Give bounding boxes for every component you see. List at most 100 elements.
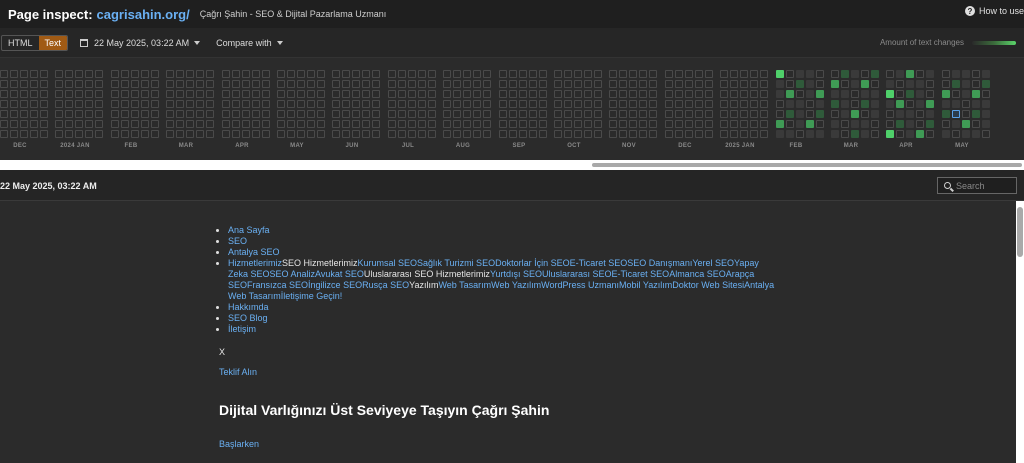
menu-link-contact[interactable]: İletişim bbox=[228, 324, 256, 334]
timeline-day-cell[interactable] bbox=[75, 80, 83, 88]
timeline-day-cell[interactable] bbox=[418, 130, 426, 138]
timeline-day-cell[interactable] bbox=[30, 100, 38, 108]
timeline-day-cell[interactable] bbox=[408, 120, 416, 128]
timeline-day-cell[interactable] bbox=[242, 120, 250, 128]
timeline-day-cell[interactable] bbox=[141, 130, 149, 138]
timeline-day-cell[interactable] bbox=[539, 80, 547, 88]
timeline-day-cell[interactable] bbox=[695, 90, 703, 98]
timeline-day-cell[interactable] bbox=[554, 110, 562, 118]
timeline-day-cell[interactable] bbox=[332, 80, 340, 88]
timeline-day-cell[interactable] bbox=[242, 90, 250, 98]
menu-link-about[interactable]: Hakkımda bbox=[228, 302, 269, 312]
timeline-day-cell[interactable] bbox=[483, 90, 491, 98]
timeline-day-cell[interactable] bbox=[121, 70, 129, 78]
timeline-day-cell[interactable] bbox=[649, 120, 657, 128]
timeline-day-cell[interactable] bbox=[906, 70, 914, 78]
timeline-day-cell[interactable] bbox=[30, 120, 38, 128]
timeline-day-cell[interactable] bbox=[629, 120, 637, 128]
timeline-day-cell[interactable] bbox=[141, 120, 149, 128]
timeline-day-cell[interactable] bbox=[141, 80, 149, 88]
timeline-day-cell[interactable] bbox=[841, 90, 849, 98]
timeline-day-cell[interactable] bbox=[665, 130, 673, 138]
timeline-day-cell[interactable] bbox=[95, 120, 103, 128]
timeline-day-cell[interactable] bbox=[55, 130, 63, 138]
timeline-day-cell[interactable] bbox=[388, 130, 396, 138]
timeline-day-cell[interactable] bbox=[418, 120, 426, 128]
timeline-day-cell[interactable] bbox=[705, 70, 713, 78]
timeline-day-cell[interactable] bbox=[277, 110, 285, 118]
timeline-day-cell[interactable] bbox=[428, 70, 436, 78]
timeline-month[interactable]: MAR bbox=[831, 70, 879, 149]
timeline-day-cell[interactable] bbox=[962, 110, 970, 118]
timeline-day-cell[interactable] bbox=[609, 110, 617, 118]
timeline-day-cell[interactable] bbox=[796, 80, 804, 88]
timeline-day-cell[interactable] bbox=[499, 120, 507, 128]
timeline-day-cell[interactable] bbox=[40, 80, 48, 88]
timeline-day-cell[interactable] bbox=[443, 70, 451, 78]
timeline-day-cell[interactable] bbox=[232, 80, 240, 88]
timeline-day-cell[interactable] bbox=[509, 80, 517, 88]
timeline-day-cell[interactable] bbox=[418, 80, 426, 88]
timeline-day-cell[interactable] bbox=[952, 130, 960, 138]
timeline-month[interactable]: FEB bbox=[111, 70, 159, 149]
timeline-day-cell[interactable] bbox=[398, 80, 406, 88]
timeline-day-cell[interactable] bbox=[443, 100, 451, 108]
timeline-month[interactable]: 2024 JAN bbox=[55, 70, 103, 149]
timeline-day-cell[interactable] bbox=[206, 110, 214, 118]
timeline-day-cell[interactable] bbox=[206, 100, 214, 108]
timeline-day-cell[interactable] bbox=[499, 100, 507, 108]
timeline-day-cell[interactable] bbox=[982, 110, 990, 118]
timeline-day-cell[interactable] bbox=[861, 90, 869, 98]
timeline-day-cell[interactable] bbox=[509, 110, 517, 118]
timeline-day-cell[interactable] bbox=[529, 100, 537, 108]
timeline-day-cell[interactable] bbox=[831, 100, 839, 108]
timeline-day-cell[interactable] bbox=[519, 80, 527, 88]
timeline-day-cell[interactable] bbox=[926, 130, 934, 138]
timeline-day-cell[interactable] bbox=[262, 90, 270, 98]
scrollbar-thumb[interactable] bbox=[592, 163, 1022, 167]
timeline-day-cell[interactable] bbox=[886, 70, 894, 78]
timeline-day-cell[interactable] bbox=[20, 90, 28, 98]
timeline-day-cell[interactable] bbox=[962, 90, 970, 98]
timeline-day-cell[interactable] bbox=[428, 80, 436, 88]
timeline-day-cell[interactable] bbox=[786, 100, 794, 108]
timeline-day-cell[interactable] bbox=[594, 90, 602, 98]
timeline-day-cell[interactable] bbox=[10, 110, 18, 118]
timeline-day-cell[interactable] bbox=[176, 70, 184, 78]
menu-link-service[interactable]: Hizmetlerimiz bbox=[228, 258, 282, 268]
timeline-day-cell[interactable] bbox=[841, 100, 849, 108]
timeline-day-cell[interactable] bbox=[675, 130, 683, 138]
view-html-button[interactable]: HTML bbox=[2, 36, 38, 50]
timeline-day-cell[interactable] bbox=[831, 110, 839, 118]
timeline-day-cell[interactable] bbox=[121, 80, 129, 88]
timeline-day-cell[interactable] bbox=[594, 120, 602, 128]
timeline-day-cell[interactable] bbox=[831, 70, 839, 78]
timeline-day-cell[interactable] bbox=[131, 80, 139, 88]
domain-link[interactable]: cagrisahin.org/ bbox=[97, 7, 190, 22]
timeline-day-cell[interactable] bbox=[629, 110, 637, 118]
timeline-day-cell[interactable] bbox=[342, 110, 350, 118]
timeline-day-cell[interactable] bbox=[926, 80, 934, 88]
timeline-day-cell[interactable] bbox=[509, 120, 517, 128]
timeline-day-cell[interactable] bbox=[111, 120, 119, 128]
timeline-day-cell[interactable] bbox=[906, 100, 914, 108]
timeline-day-cell[interactable] bbox=[176, 90, 184, 98]
timeline-day-cell[interactable] bbox=[362, 70, 370, 78]
timeline-day-cell[interactable] bbox=[942, 80, 950, 88]
timeline-day-cell[interactable] bbox=[786, 110, 794, 118]
timeline-day-cell[interactable] bbox=[665, 90, 673, 98]
timeline-day-cell[interactable] bbox=[519, 130, 527, 138]
timeline-day-cell[interactable] bbox=[720, 120, 728, 128]
timeline-day-cell[interactable] bbox=[307, 130, 315, 138]
timeline-day-cell[interactable] bbox=[65, 130, 73, 138]
timeline-day-cell[interactable] bbox=[574, 70, 582, 78]
timeline-day-cell[interactable] bbox=[222, 70, 230, 78]
timeline-day-cell[interactable] bbox=[141, 70, 149, 78]
timeline-month[interactable]: MAR bbox=[166, 70, 214, 149]
timeline-day-cell[interactable] bbox=[574, 120, 582, 128]
timeline-day-cell[interactable] bbox=[871, 110, 879, 118]
timeline-day-cell[interactable] bbox=[529, 90, 537, 98]
timeline-day-cell[interactable] bbox=[252, 100, 260, 108]
timeline-day-cell[interactable] bbox=[111, 80, 119, 88]
timeline-day-cell[interactable] bbox=[906, 110, 914, 118]
